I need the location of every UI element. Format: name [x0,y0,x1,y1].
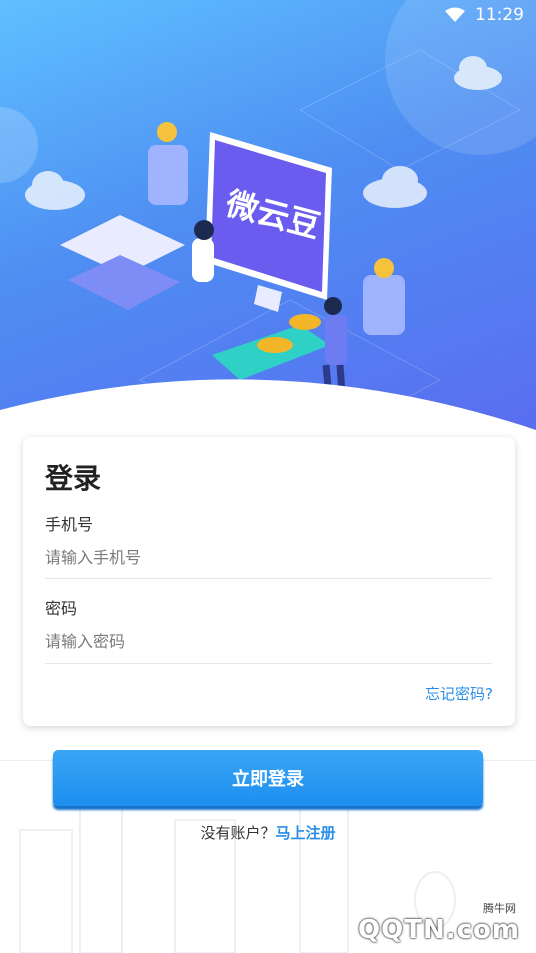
hero-illustration: 微云豆 [0,0,536,440]
password-divider [45,663,492,664]
status-bar: 11:29 [445,0,536,30]
signup-link[interactable]: 马上注册 [276,824,336,842]
wifi-icon [445,7,465,22]
phone-input[interactable] [45,542,492,572]
forgot-password-link[interactable]: 忘记密码? [425,683,493,704]
signup-row: 没有账户？马上注册 [0,822,536,843]
password-label: 密码 [45,599,78,618]
watermark: 腾牛网 QQTN.com [328,900,528,945]
password-input[interactable] [45,626,492,656]
status-time: 11:29 [475,5,524,25]
page-title: 登录 [45,462,102,495]
login-button[interactable]: 立即登录 [53,750,483,806]
phone-label: 手机号 [45,515,94,534]
watermark-site-name: 腾牛网 [483,902,516,915]
phone-divider [45,578,492,579]
signup-prompt: 没有账户？ [200,824,276,842]
watermark-logo: QQTN.com [358,915,520,945]
login-card: 登录 手机号 密码 忘记密码? [23,437,515,726]
hero-banner: 微云豆 11:29 [0,0,536,440]
